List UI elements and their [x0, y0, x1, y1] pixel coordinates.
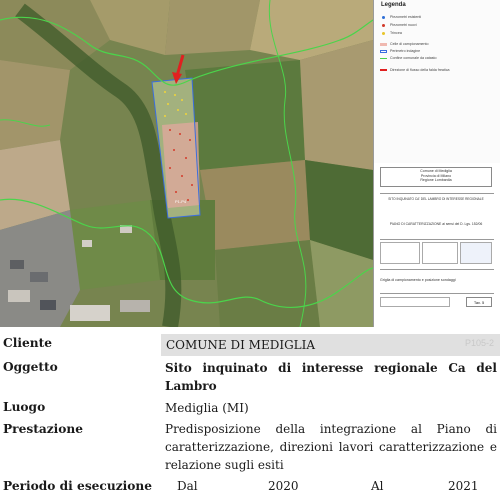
approval-stamp — [460, 242, 492, 264]
to-label: Al — [371, 479, 384, 493]
aerial-map-image — [0, 0, 373, 327]
map-legend: Legenda Piezometri esistenti Piezometri … — [373, 0, 500, 163]
legend-item: Confine comunale da catasto — [380, 55, 437, 61]
project-info: Cliente COMUNE DI MEDIGLIA P105-2 Oggett… — [0, 327, 500, 499]
red-arrow-icon — [380, 69, 387, 72]
blue-box-icon — [380, 49, 387, 53]
service-line-3: relazione sugli esiti — [165, 458, 284, 472]
signature-stamp — [422, 242, 458, 264]
map-point-label: P1-P4 — [175, 199, 187, 204]
legend-item: Perimetro indagine — [380, 48, 420, 54]
legend-item: Piezometri nuovi — [380, 22, 417, 28]
subject-line-1: Sito inquinato di interesse regionale Ca… — [165, 361, 497, 375]
sheet-number: Tav. 5 — [466, 297, 492, 307]
green-line-icon — [380, 57, 387, 59]
divider — [380, 239, 494, 240]
legend-item: Piezometri esistenti — [380, 14, 421, 20]
municipality-box: Comune di Mediglia Provincia di Milano R… — [380, 167, 492, 187]
project-id: P105-2 — [464, 338, 494, 348]
pink-fill-icon — [380, 42, 387, 46]
subject-line-2: Lambro — [165, 379, 217, 393]
plan-title: PIANO DI CARATTERIZZAZIONE ai sensi del … — [389, 222, 483, 226]
period-label: Periodo di esecuzione — [3, 479, 153, 493]
legend-item: Direzione di flusso della falda freatica — [380, 67, 450, 73]
legend-item: Trincea — [380, 30, 402, 36]
divider — [380, 193, 494, 194]
service-line-1: Predisposizione della integrazione al Pi… — [165, 422, 497, 436]
location-label: Luogo — [3, 400, 46, 414]
site-description: SITO INQUINATO CA' DEL LAMBRO DI INTERES… — [388, 197, 484, 201]
location-value: Mediglia (MI) — [165, 401, 249, 415]
from-year: 2020 — [268, 479, 299, 493]
company-logo — [380, 242, 420, 264]
scale-box — [380, 297, 450, 307]
divider — [380, 269, 494, 270]
aerial-map: P1-P4 — [0, 0, 373, 327]
drawing-description: Griglia di campionamento e posizione son… — [380, 278, 456, 282]
blue-dot-icon — [382, 15, 385, 19]
divider — [380, 293, 494, 294]
yellow-dot-icon — [382, 31, 385, 35]
red-dot-icon — [382, 23, 385, 27]
drawing-title-block: Comune di Mediglia Provincia di Milano R… — [373, 163, 500, 327]
service-label: Prestazione — [3, 422, 84, 436]
subject-label: Oggetto — [3, 360, 58, 374]
client-value: COMUNE DI MEDIGLIA — [166, 338, 316, 352]
legend-title: Legenda — [381, 2, 406, 8]
to-year: 2021 — [448, 479, 479, 493]
service-line-2: caratterizzazione, direzioni lavori cara… — [165, 440, 497, 454]
from-label: Dal — [177, 479, 198, 493]
client-label: Cliente — [3, 336, 52, 350]
legend-item: Celle di campionamento — [380, 41, 429, 47]
period-row: Periodo di esecuzione Dal 2020 Al 2021 — [0, 478, 500, 496]
